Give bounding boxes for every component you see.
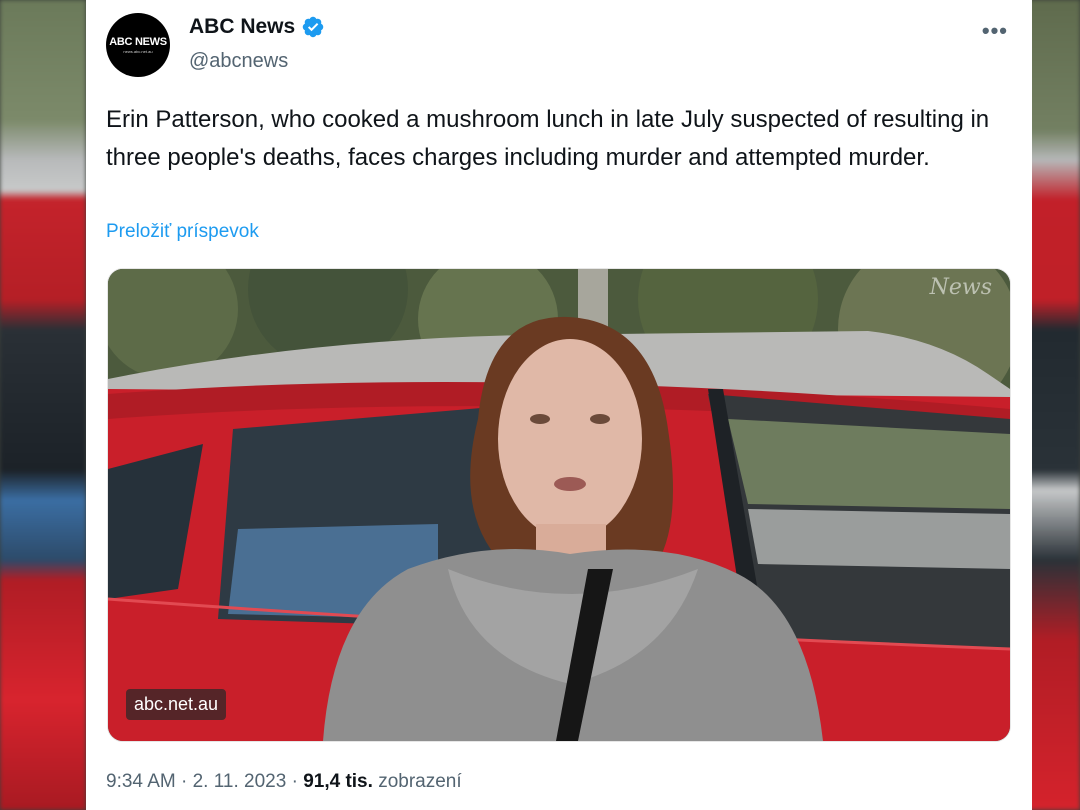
meta-separator: ·: [181, 771, 188, 792]
views-label: zobrazení: [378, 771, 462, 792]
tweet-card: ABC NEWS news.abc.net.au ABC News @abcne…: [86, 0, 1032, 810]
tweet-date[interactable]: 2. 11. 2023: [193, 771, 287, 792]
video-brand-mark: News: [929, 275, 992, 300]
more-horizontal-icon[interactable]: •••: [982, 18, 1008, 44]
verified-badge-icon: [302, 16, 324, 38]
translate-link[interactable]: Preložiť príspevok: [106, 221, 259, 243]
tweet-meta: 9:34 AM · 2. 11. 2023 · 91,4 tis. zobraz…: [106, 771, 462, 793]
author-handle[interactable]: @abcnews: [189, 50, 288, 73]
video-watermark: abc.net.au: [126, 689, 227, 720]
avatar[interactable]: ABC NEWS news.abc.net.au: [106, 13, 170, 77]
avatar-logo: ABC NEWS: [109, 36, 167, 48]
tweet-text: Erin Patterson, who cooked a mushroom lu…: [106, 106, 990, 171]
author-display-name[interactable]: ABC News: [189, 15, 295, 39]
video-frame: [108, 269, 1010, 741]
meta-separator-2: ·: [291, 771, 298, 792]
tweet-media-video[interactable]: News abc.net.au: [107, 268, 1011, 742]
avatar-logo-sub: news.abc.net.au: [123, 49, 153, 54]
views-count: 91,4 tis.: [303, 771, 373, 792]
background-blur-left: [0, 0, 86, 810]
author-name-row: ABC News: [189, 15, 325, 39]
tweet-time[interactable]: 9:34 AM: [106, 771, 176, 792]
